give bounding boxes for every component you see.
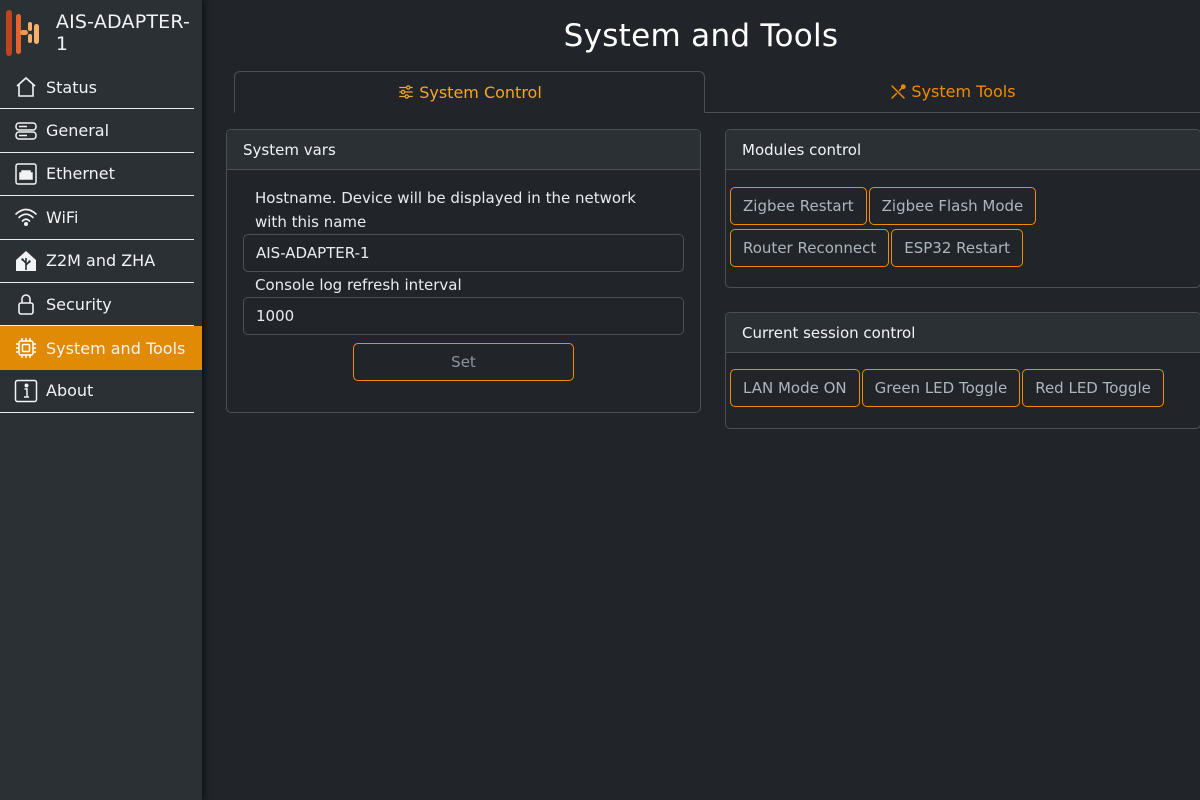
sidebar-item-label: Z2M and ZHA — [46, 251, 156, 271]
tab-label: System Control — [419, 82, 542, 102]
ais-logo-icon — [6, 8, 40, 58]
wifi-icon — [13, 204, 39, 230]
set-button[interactable]: Set — [353, 343, 574, 381]
sidebar-item-label: Security — [46, 294, 112, 314]
router-reconnect-button[interactable]: Router Reconnect — [730, 229, 890, 267]
green-led-toggle-button[interactable]: Green LED Toggle — [861, 369, 1021, 407]
sidebar-item-z2m-zha[interactable]: Z2M and ZHA — [0, 240, 194, 283]
tab-system-control[interactable]: System Control — [234, 71, 705, 113]
page-title: System and Tools — [563, 18, 839, 54]
sidebar: AIS-ADAPTER-1 Status General Ethernet Wi… — [0, 0, 202, 800]
sidebar-item-ethernet[interactable]: Ethernet — [0, 153, 194, 197]
sidebar-item-label: Ethernet — [46, 164, 115, 184]
session-button-group: LAN Mode ON Green LED Toggle Red LED Tog… — [726, 353, 1200, 412]
esp32-restart-button[interactable]: ESP32 Restart — [891, 229, 1024, 267]
zigbee-flash-mode-button[interactable]: Zigbee Flash Mode — [868, 187, 1037, 225]
modules-button-group: Zigbee Restart Zigbee Flash Mode Router … — [726, 170, 1200, 272]
sidebar-item-security[interactable]: Security — [0, 283, 194, 327]
refresh-interval-input[interactable] — [243, 297, 684, 335]
refresh-interval-label: Console log refresh interval — [255, 276, 462, 294]
sidebar-item-label: System and Tools — [46, 338, 186, 358]
house-icon — [13, 74, 39, 100]
tab-system-tools[interactable]: System Tools — [705, 71, 1200, 112]
modules-control-card: Modules control Zigbee Restart Zigbee Fl… — [725, 129, 1200, 288]
lan-mode-button[interactable]: LAN Mode ON — [730, 369, 860, 407]
sidebar-item-label: About — [46, 381, 94, 401]
zigbee-restart-button[interactable]: Zigbee Restart — [730, 187, 867, 225]
server-icon — [13, 118, 39, 144]
card-header: Current session control — [726, 313, 1200, 353]
tab-bar: System Control System Tools — [234, 71, 1200, 113]
hostname-label: Hostname. Device will be displayed in th… — [255, 189, 636, 231]
sidebar-item-system-tools[interactable]: System and Tools — [0, 326, 202, 370]
sidebar-item-status[interactable]: Status — [0, 66, 194, 110]
card-header: System vars — [227, 130, 700, 170]
hostname-input[interactable] — [243, 234, 684, 272]
sliders-icon — [399, 85, 413, 99]
session-control-card: Current session control LAN Mode ON Gree… — [725, 312, 1200, 429]
cpu-icon — [13, 335, 39, 361]
home-assistant-icon — [13, 248, 39, 274]
tab-label: System Tools — [911, 82, 1016, 101]
card-header: Modules control — [726, 130, 1200, 170]
brand-name: AIS-ADAPTER-1 — [55, 11, 191, 55]
sidebar-item-general[interactable]: General — [0, 109, 194, 153]
red-led-toggle-button[interactable]: Red LED Toggle — [1022, 369, 1164, 407]
brand[interactable]: AIS-ADAPTER-1 — [0, 0, 202, 66]
info-icon — [13, 378, 39, 404]
lock-icon — [13, 291, 39, 317]
sidebar-item-label: Status — [46, 77, 97, 97]
tools-icon — [891, 83, 907, 99]
sidebar-item-label: WiFi — [46, 207, 79, 227]
sidebar-item-about[interactable]: About — [0, 370, 194, 414]
ethernet-icon — [13, 161, 39, 187]
sidebar-item-wifi[interactable]: WiFi — [0, 196, 194, 240]
main-content: System and Tools System Control System T… — [202, 0, 1200, 800]
system-vars-card: System vars Hostname. Device will be dis… — [226, 129, 701, 413]
sidebar-item-label: General — [46, 121, 110, 141]
